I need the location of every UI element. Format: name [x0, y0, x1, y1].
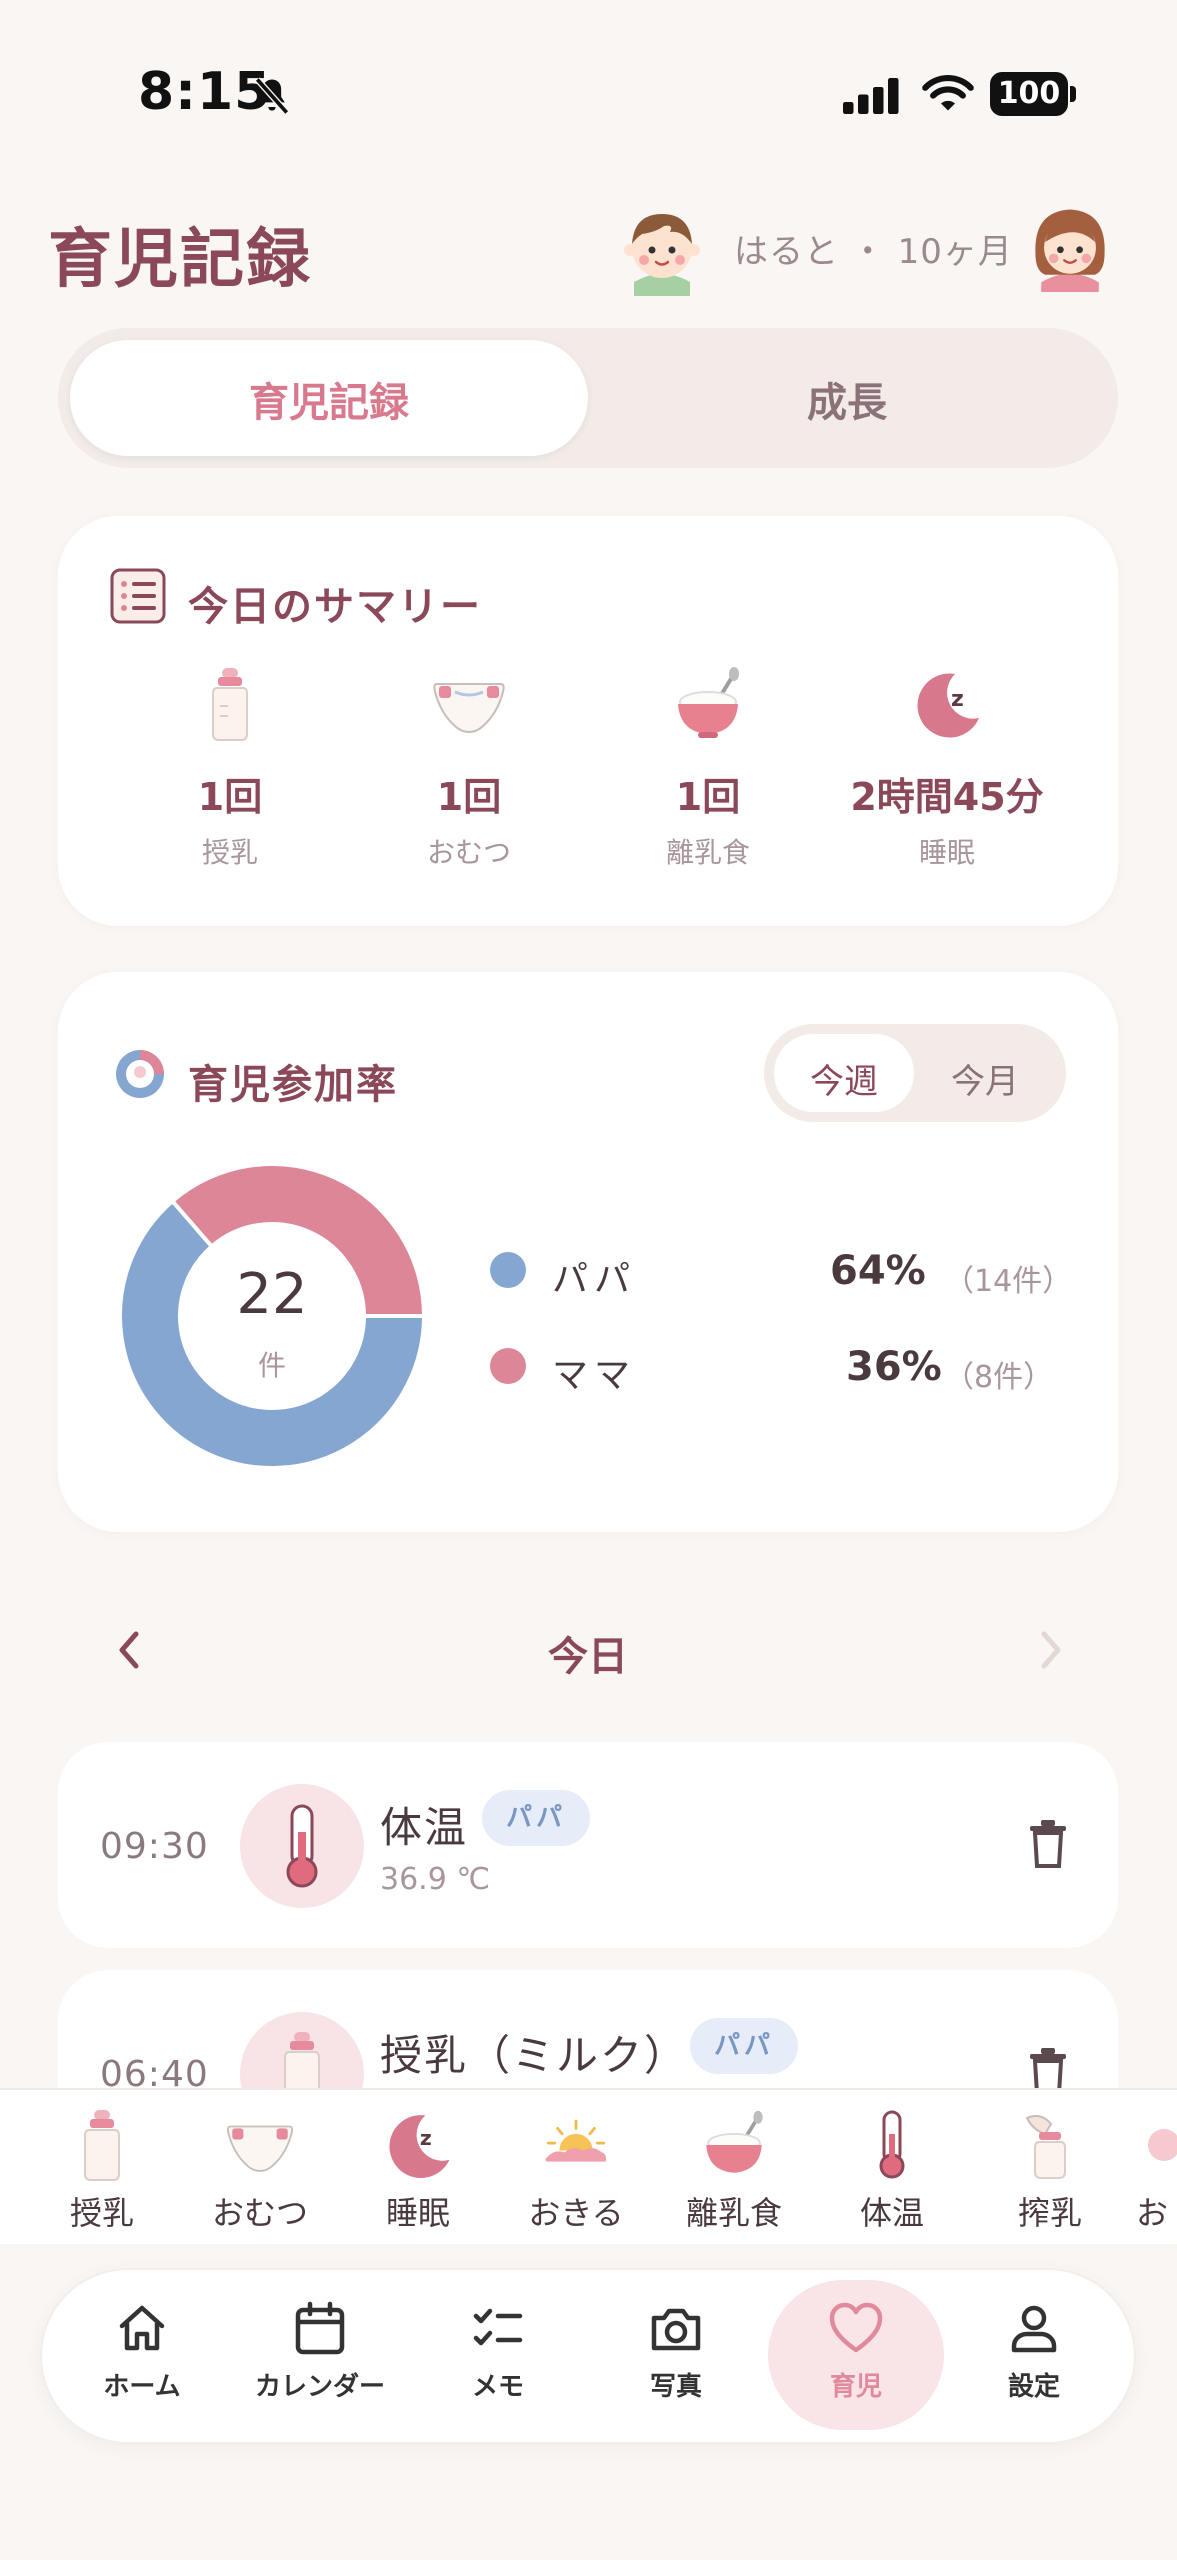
segment-growth-tab[interactable]: 成長 — [588, 370, 1106, 428]
diaper-icon — [227, 2125, 293, 2172]
baby-food-label: 離乳食 — [665, 836, 750, 869]
person-icon — [1011, 2305, 1057, 2353]
svg-text:z: z — [951, 687, 964, 712]
record-time: 09:30 — [100, 1826, 209, 1867]
donut-total: 22 — [236, 1262, 308, 1327]
legend-pct-mama: 36% — [846, 1344, 942, 1390]
baby-food-count: 1回 — [675, 775, 741, 819]
summary-baby-food: 1回 離乳食 — [588, 664, 828, 871]
tab-childcare-label: 育児 — [829, 2372, 882, 2402]
thermometer-icon — [879, 2110, 905, 2179]
feeding-label: 授乳 — [201, 836, 258, 869]
segment-childcare-tab[interactable]: 育児記録 — [70, 370, 588, 428]
summary-feeding: 1回 授乳 — [110, 664, 350, 871]
next-day-chevron-icon[interactable] — [1032, 1622, 1072, 1678]
tab-home-label: ホーム — [103, 2372, 181, 2402]
quick-more-label: お — [1136, 2194, 1169, 2232]
diaper-icon — [433, 683, 505, 734]
tab-settings[interactable]: 設定 — [944, 2298, 1124, 2403]
prev-day-chevron-icon[interactable] — [108, 1622, 148, 1678]
checklist-icon — [473, 2308, 523, 2346]
bottle-icon — [84, 2110, 120, 2181]
tab-photos[interactable]: 写真 — [586, 2298, 766, 2403]
record-card[interactable] — [58, 1742, 1118, 1948]
summary-title: 今日のサマリー — [188, 584, 482, 630]
delete-trash-icon[interactable] — [1026, 1818, 1070, 1870]
quick-temperature-label: 体温 — [859, 2194, 924, 2232]
feeding-count: 1回 — [197, 775, 263, 819]
tab-home[interactable]: ホーム — [52, 2298, 232, 2403]
battery-indicator: 100 — [990, 72, 1076, 116]
parent-avatar[interactable] — [1022, 196, 1118, 292]
moon-sleep-icon: z — [917, 673, 979, 738]
legend-name-papa: パパ — [552, 1259, 637, 1300]
sleep-duration: 2時間45分 — [850, 775, 1044, 819]
legend-count-mama: （8件） — [944, 1360, 1054, 1395]
pie-chart-icon — [116, 1050, 164, 1098]
svg-text:z: z — [420, 2126, 432, 2150]
moon-sleep-icon: z — [389, 2115, 450, 2178]
wifi-icon — [922, 75, 974, 111]
quick-baby-food-label: 離乳食 — [685, 2194, 782, 2232]
quick-temperature-button[interactable]: 体温 — [812, 2108, 972, 2234]
diaper-label: おむつ — [426, 836, 511, 869]
record-title: 体温 — [380, 1803, 469, 1852]
quick-pumping-label: 搾乳 — [1017, 2194, 1082, 2232]
legend-pct-papa: 64% — [830, 1248, 926, 1294]
participation-title: 育児参加率 — [188, 1062, 398, 1108]
child-info: はると ・ 10ヶ月 — [734, 232, 1013, 272]
current-date-label: 今日 — [548, 1634, 628, 1680]
legend-dot-papa — [490, 1252, 526, 1288]
calendar-icon — [295, 2301, 345, 2355]
heart-icon — [829, 2302, 883, 2353]
quick-wake-button[interactable]: おきる — [496, 2108, 656, 2234]
sleep-label: 睡眠 — [918, 836, 975, 869]
signal-icon — [843, 78, 899, 114]
baby-food-icon — [678, 667, 739, 738]
quick-more-button[interactable]: お — [1128, 2108, 1177, 2234]
diaper-count: 1回 — [436, 775, 502, 819]
quick-wake-label: おきる — [528, 2194, 624, 2232]
tab-calendar-label: カレンダー — [254, 2372, 385, 2402]
tab-memo[interactable]: メモ — [408, 2298, 588, 2403]
quick-diaper-label: おむつ — [211, 2194, 308, 2232]
breast-pump-icon — [1025, 2115, 1066, 2179]
record-title: 授乳（ミルク） — [380, 2031, 689, 2080]
quick-sleep-button[interactable]: z 睡眠 — [338, 2108, 498, 2234]
tab-settings-label: 設定 — [1007, 2372, 1060, 2402]
record-value: 36.9 ℃ — [380, 1862, 491, 1897]
tab-childcare[interactable]: 育児 — [766, 2298, 946, 2403]
quick-sleep-label: 睡眠 — [385, 2194, 450, 2232]
child-avatar[interactable] — [612, 196, 712, 296]
tab-photos-label: 写真 — [649, 2372, 702, 2402]
period-month-option[interactable]: 今月 — [914, 1054, 1056, 1103]
quick-pumping-button[interactable]: 搾乳 — [970, 2108, 1130, 2234]
list-icon — [110, 568, 166, 624]
donut-total-unit: 件 — [257, 1349, 286, 1382]
partial-icon — [1148, 2129, 1177, 2161]
record-user-badge: パパ — [690, 2018, 799, 2074]
quick-feeding-label: 授乳 — [69, 2194, 134, 2232]
quick-diaper-button[interactable]: おむつ — [180, 2108, 340, 2234]
page-title: 育児記録 — [48, 223, 312, 297]
summary-diaper: 1回 おむつ — [349, 664, 589, 871]
quick-baby-food-button[interactable]: 離乳食 — [654, 2108, 814, 2234]
thermometer-icon — [286, 1804, 318, 1888]
tab-memo-label: メモ — [471, 2372, 524, 2402]
period-week-option[interactable]: 今週 — [774, 1054, 914, 1103]
camera-icon — [651, 2308, 701, 2351]
legend-name-mama: ママ — [552, 1355, 637, 1396]
bottle-icon — [212, 668, 248, 741]
sunrise-icon — [545, 2119, 607, 2162]
summary-sleep: z 2時間45分 睡眠 — [827, 664, 1067, 871]
legend-count-papa: （14件） — [944, 1264, 1073, 1299]
tab-calendar[interactable]: カレンダー — [230, 2298, 410, 2403]
legend-dot-mama — [490, 1348, 526, 1384]
home-icon — [119, 2305, 165, 2351]
quick-feeding-button[interactable]: 授乳 — [22, 2108, 182, 2234]
baby-food-icon — [706, 2110, 763, 2173]
bell-muted-icon — [254, 77, 290, 115]
record-user-badge: パパ — [482, 1790, 591, 1846]
